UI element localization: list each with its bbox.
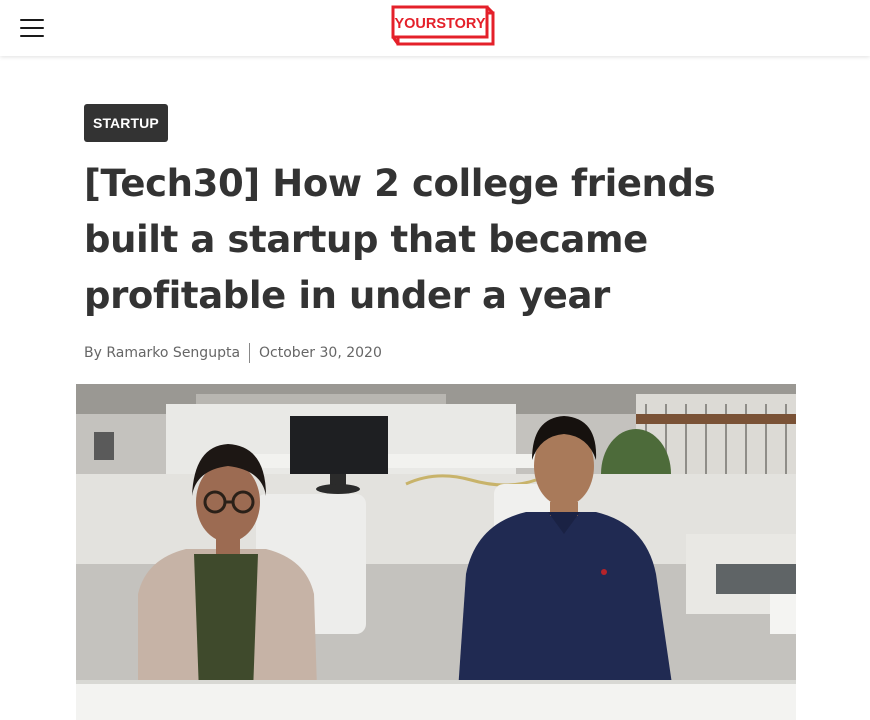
menu-line	[20, 35, 44, 37]
article-title: [Tech30] How 2 college friends built a s…	[84, 162, 716, 317]
logo-text: YOURSTORY	[394, 16, 485, 32]
author-link[interactable]: By Ramarko Sengupta	[84, 345, 240, 361]
publish-date: October 30, 2020	[259, 345, 382, 361]
byline: By Ramarko Sengupta October 30, 2020	[84, 342, 382, 364]
category-badge[interactable]: STARTUP	[84, 104, 168, 142]
menu-line	[20, 19, 44, 21]
logo-mark: YOURSTORY	[391, 5, 495, 46]
site-header: YOURSTORY	[0, 0, 870, 56]
byline-divider	[249, 343, 251, 363]
yourstory-logo[interactable]: YOURSTORY	[391, 5, 495, 47]
menu-line	[20, 27, 44, 29]
hamburger-menu-icon[interactable]	[18, 16, 46, 40]
founders-photo	[76, 384, 796, 720]
hero-image	[76, 384, 796, 720]
